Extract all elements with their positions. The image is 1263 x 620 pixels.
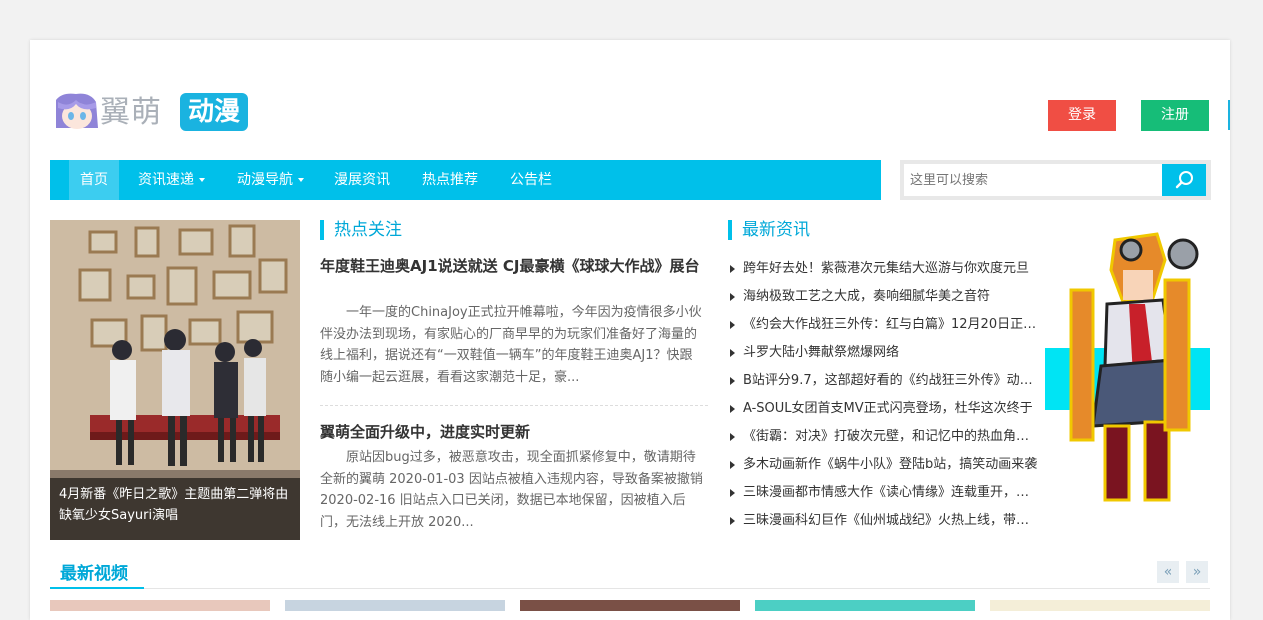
header-edge-accent	[1228, 100, 1230, 130]
nav-item-label: 首页	[80, 172, 108, 188]
hot-section-title: 热点关注	[320, 220, 402, 240]
next-button[interactable]: »	[1186, 561, 1208, 583]
nav-item-news-express[interactable]: 资讯速递	[138, 160, 205, 200]
caret-down-icon	[298, 178, 304, 182]
hot-article-excerpt-2: 原站因bug过多，被恶意攻击，现全面抓紧修复中，敬请期待全新的翼萌 2020-0…	[320, 450, 703, 530]
video-thumbnail[interactable]	[520, 600, 740, 611]
nav-item-hot-picks[interactable]: 热点推荐	[422, 160, 478, 200]
search-icon	[1175, 171, 1193, 189]
nav-item-label: 资讯速递	[138, 172, 194, 188]
login-button[interactable]: 登录	[1048, 100, 1116, 131]
logo-mascot-icon	[56, 93, 98, 129]
video-thumbnail[interactable]	[990, 600, 1210, 611]
nav-item-home[interactable]: 首页	[69, 160, 119, 200]
nav-item-anime-guide[interactable]: 动漫导航	[237, 160, 304, 200]
nav-item-expo-news[interactable]: 漫展资讯	[334, 160, 390, 200]
news-item[interactable]: 多木动画新作《蜗牛小队》登陆b站，搞笑动画来袭	[728, 453, 1042, 481]
register-button[interactable]: 注册	[1141, 100, 1209, 131]
news-item[interactable]: 《约会大作战狂三外传：红与白篇》12月20日正式开启	[728, 313, 1042, 341]
logo-text: 翼萌	[100, 95, 162, 130]
hot-article-title-2[interactable]: 翼萌全面升级中，进度实时更新	[320, 422, 710, 443]
videos-title-underline	[50, 587, 144, 589]
search-button[interactable]	[1162, 164, 1206, 196]
slide-caption-text: 4月新番《昨日之歌》主题曲第二弹将由缺氧少女Sayuri演唱	[59, 487, 289, 523]
videos-section-title: 最新视频	[60, 564, 128, 584]
nav-item-label: 热点推荐	[422, 172, 478, 188]
hot-article-excerpt-1: 一年一度的ChinaJoy正式拉开帷幕啦，今年因为疫情很多小伙伴没办法到现场，有…	[320, 305, 702, 385]
video-thumbnail[interactable]	[755, 600, 975, 611]
search-box	[900, 160, 1211, 200]
main-nav: 首页 资讯速递 动漫导航 漫展资讯 热点推荐 公告栏	[50, 160, 881, 200]
pixel-character-image	[1045, 220, 1210, 540]
video-thumbnail[interactable]	[50, 600, 270, 611]
nav-item-label: 公告栏	[510, 172, 552, 188]
search-input[interactable]	[904, 164, 1162, 196]
news-item[interactable]: 海纳极致工艺之大成，奏响细腻华美之音符	[728, 285, 1042, 313]
news-item[interactable]: 斗罗大陆小舞献祭燃爆网络	[728, 341, 1042, 369]
site-logo[interactable]: 翼萌 动漫	[52, 92, 252, 134]
videos-divider	[50, 588, 1210, 589]
featured-slideshow[interactable]: 4月新番《昨日之歌》主题曲第二弹将由缺氧少女Sayuri演唱	[50, 220, 300, 540]
slide-dots	[127, 534, 223, 537]
video-thumbnail[interactable]	[285, 600, 505, 611]
article-divider	[320, 405, 708, 406]
nav-item-bulletin[interactable]: 公告栏	[510, 160, 552, 200]
nav-item-label: 漫展资讯	[334, 172, 390, 188]
slide-caption[interactable]: 4月新番《昨日之歌》主题曲第二弹将由缺氧少女Sayuri演唱	[50, 478, 300, 540]
prev-button[interactable]: «	[1157, 561, 1179, 583]
logo-badge: 动漫	[180, 93, 248, 131]
caret-down-icon	[199, 178, 205, 182]
news-list: 跨年好去处！紫薇港次元集结大巡游与你欢度元旦 海纳极致工艺之大成，奏响细腻华美之…	[728, 257, 1042, 537]
news-item[interactable]: 三昧漫画都市情感大作《读心情缘》连载重开，敬请期待	[728, 481, 1042, 509]
nav-item-label: 动漫导航	[237, 172, 293, 188]
news-item[interactable]: 三昧漫画科幻巨作《仙州城战纪》火热上线，带你领略	[728, 509, 1042, 537]
side-banner-image[interactable]	[1045, 220, 1210, 540]
hot-article-title-1[interactable]: 年度鞋王迪奥AJ1说送就送 CJ最豪横《球球大作战》展台	[320, 256, 710, 277]
news-item[interactable]: 跨年好去处！紫薇港次元集结大巡游与你欢度元旦	[728, 257, 1042, 285]
news-item[interactable]: 《街霸：对决》打破次元壁，和记忆中的热血角色再次相遇	[728, 425, 1042, 453]
news-item[interactable]: B站评分9.7，这部超好看的《约战狂三外传》动画来了	[728, 369, 1042, 397]
news-item[interactable]: A-SOUL女团首支MV正式闪亮登场，杜华这次终于	[728, 397, 1042, 425]
news-section-title: 最新资讯	[728, 220, 810, 240]
